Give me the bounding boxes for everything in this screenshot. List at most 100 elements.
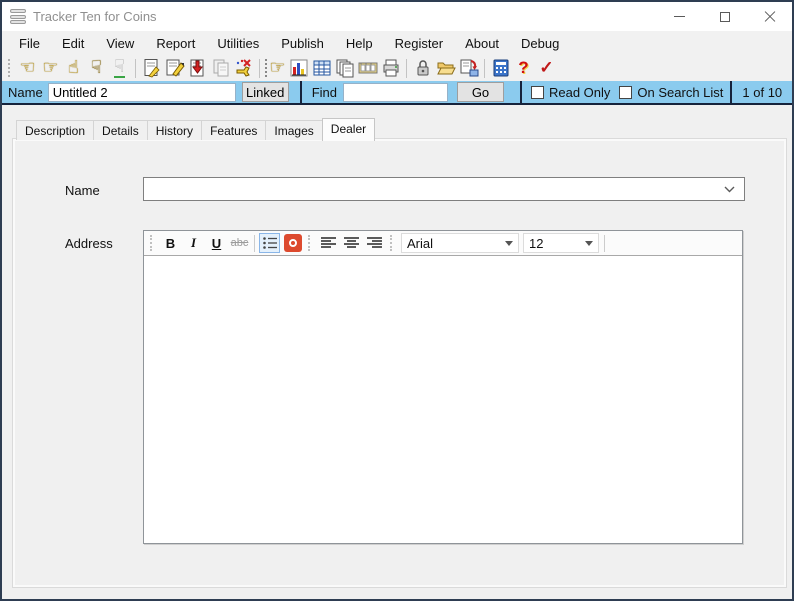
rich-text-toolbar: B I U abc Arial 12 [144, 231, 742, 256]
align-right-button[interactable] [364, 233, 385, 253]
table-view-icon[interactable] [310, 56, 333, 80]
bold-button[interactable]: B [160, 233, 181, 253]
menu-utilities[interactable]: Utilities [206, 33, 270, 54]
go-button[interactable]: Go [456, 82, 504, 102]
minimize-button[interactable] [657, 2, 702, 31]
align-left-button[interactable] [318, 233, 339, 253]
close-button[interactable] [747, 2, 792, 31]
record-edit-icon[interactable] [163, 56, 186, 80]
font-size-dropdown[interactable]: 12 [523, 233, 599, 253]
find-record-icon[interactable]: ☞ [264, 56, 287, 80]
tab-description[interactable]: Description [16, 120, 95, 140]
on-search-list-label: On Search List [637, 84, 724, 100]
hand-point-right-icon[interactable]: ☞ [39, 56, 62, 80]
record-delete-icon[interactable] [232, 56, 255, 80]
align-center-icon [344, 237, 359, 248]
font-family-value: Arial [407, 235, 434, 251]
tab-images[interactable]: Images [265, 120, 323, 140]
calculator-icon[interactable] [489, 56, 512, 80]
main-toolbar: ☜ ☞ ☝ ☟ ☟ ☞ ? ✓ [2, 55, 792, 81]
record-position-indicator: 1 of 10 [742, 84, 783, 100]
menu-about[interactable]: About [454, 33, 510, 54]
menu-debug[interactable]: Debug [510, 33, 570, 54]
tab-strip: Description Details History Features Ima… [16, 117, 376, 141]
linked-button[interactable]: Linked [241, 82, 289, 102]
align-left-icon [321, 237, 336, 248]
menu-report[interactable]: Report [145, 33, 206, 54]
menu-edit[interactable]: Edit [51, 33, 95, 54]
app-database-icon [10, 9, 26, 24]
bar-chart-icon[interactable] [287, 56, 310, 80]
find-label: Find [311, 84, 337, 100]
italic-button[interactable]: I [183, 233, 204, 253]
align-center-button[interactable] [341, 233, 362, 253]
menu-register[interactable]: Register [384, 33, 454, 54]
menu-view[interactable]: View [95, 33, 145, 54]
dropdown-arrow-icon [505, 240, 513, 246]
record-bar: Name Linked Find Go Read Only On Search … [2, 81, 792, 105]
address-rich-text-editor: B I U abc Arial 12 [143, 230, 743, 544]
toolbar-separator [406, 58, 407, 78]
film-images-icon[interactable] [356, 56, 379, 80]
bullet-list-button[interactable] [259, 233, 280, 253]
toolbar-grip [308, 235, 313, 251]
toolbar-separator [135, 58, 136, 78]
menu-bar: File Edit View Report Utilities Publish … [2, 31, 792, 55]
hand-point-down-icon[interactable]: ☟ [85, 56, 108, 80]
toolbar-grip [150, 235, 155, 251]
chevron-down-icon [724, 186, 735, 192]
app-window: Tracker Ten for Coins File Edit View Rep… [0, 0, 794, 601]
record-bar-separator [730, 81, 733, 103]
strikethrough-button[interactable]: abc [229, 233, 250, 253]
on-search-list-checkbox[interactable] [619, 85, 633, 99]
record-name-input[interactable] [47, 82, 236, 102]
toolbar-separator [259, 58, 260, 78]
toolbar-separator [604, 234, 605, 252]
help-question-icon[interactable]: ? [512, 56, 535, 80]
check-mark-icon[interactable]: ✓ [535, 56, 558, 80]
lock-icon[interactable] [411, 56, 434, 80]
tab-dealer[interactable]: Dealer [321, 118, 376, 141]
align-right-icon [367, 237, 382, 248]
address-text-area[interactable] [144, 256, 742, 543]
menu-file[interactable]: File [8, 33, 51, 54]
text-color-button[interactable] [282, 233, 303, 253]
read-only-checkbox[interactable] [530, 85, 544, 99]
toolbar-grip [8, 59, 13, 77]
tab-features[interactable]: Features [201, 120, 267, 140]
record-copy-disabled-icon[interactable] [209, 56, 232, 80]
menu-help[interactable]: Help [335, 33, 384, 54]
dealer-address-label: Address [65, 236, 113, 251]
bullet-list-icon [262, 237, 277, 249]
print-icon[interactable] [379, 56, 402, 80]
export-save-icon[interactable] [457, 56, 480, 80]
main-area: Description Details History Features Ima… [2, 105, 792, 599]
open-folder-icon[interactable] [434, 56, 457, 80]
font-family-dropdown[interactable]: Arial [401, 233, 519, 253]
hand-point-left-icon[interactable]: ☜ [16, 56, 39, 80]
underline-button[interactable]: U [206, 233, 227, 253]
hand-point-up-icon[interactable]: ☝ [62, 56, 85, 80]
dealer-name-combobox[interactable] [143, 177, 745, 201]
menu-publish[interactable]: Publish [270, 33, 335, 54]
toolbar-separator [254, 234, 255, 252]
tab-history[interactable]: History [146, 120, 203, 140]
copy-pages-icon[interactable] [333, 56, 356, 80]
minimize-icon [674, 16, 685, 17]
close-icon [764, 11, 776, 23]
find-input[interactable] [342, 82, 448, 102]
hand-outline-icon[interactable]: ☟ [108, 56, 131, 80]
record-save-arrow-icon[interactable] [186, 56, 209, 80]
maximize-button[interactable] [702, 2, 747, 31]
record-write-icon[interactable] [140, 56, 163, 80]
dealer-tab-panel: Name Address B I U abc Arial 12 [12, 138, 787, 588]
read-only-label: Read Only [548, 84, 611, 100]
record-bar-separator [299, 81, 302, 103]
toolbar-grip [390, 235, 395, 251]
record-name-label: Name [8, 84, 43, 100]
tab-details[interactable]: Details [93, 120, 148, 140]
dropdown-arrow-icon [585, 240, 593, 246]
text-color-icon [283, 234, 302, 252]
window-title: Tracker Ten for Coins [33, 9, 157, 24]
record-bar-separator [519, 81, 522, 103]
